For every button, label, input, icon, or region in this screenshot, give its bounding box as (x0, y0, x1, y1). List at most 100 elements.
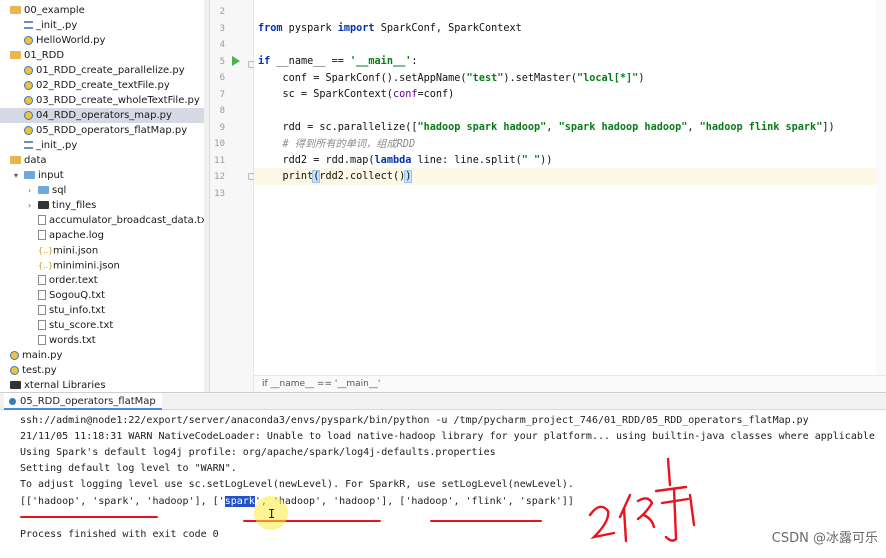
tree-item-label: 03_RDD_create_wholeTextFile.py (36, 95, 200, 106)
tree-item-label: order.text (49, 275, 98, 286)
tree-item-label: sql (52, 185, 67, 196)
python-file-icon (10, 350, 19, 360)
line-number: 10 (214, 139, 225, 149)
tree-item[interactable]: xternal Libraries (0, 378, 106, 392)
tree-item-label: 01_RDD_create_parallelize.py (36, 65, 185, 76)
tree-item[interactable]: apache.log (0, 228, 104, 243)
console-profile-line: Using Spark's default log4j profile: org… (20, 447, 496, 458)
line-number: 7 (219, 89, 225, 100)
handwritten-annotation (588, 457, 696, 543)
tree-item-label: stu_score.txt (49, 320, 114, 331)
tree-item[interactable]: stu_info.txt (0, 303, 105, 318)
console-adjust-line: To adjust logging level use sc.setLogLev… (20, 479, 574, 490)
editor-scrollbar[interactable] (876, 0, 886, 375)
tree-item[interactable]: 03_RDD_create_wholeTextFile.py (0, 93, 200, 108)
line-number: 3 (219, 23, 225, 34)
init-file-icon (24, 141, 33, 149)
tree-item[interactable]: ▾ input (0, 168, 64, 183)
tree-item-label: test.py (22, 365, 57, 376)
tree-item[interactable]: 02_RDD_create_textFile.py (0, 78, 170, 93)
folder-icon (24, 171, 35, 179)
code-line-10-comment: # 得到所有的单词，组成RDD (258, 139, 416, 150)
tree-item-label: _init_.py (36, 140, 78, 151)
line-number: 5 (219, 56, 225, 67)
tree-item-label: 00_example (24, 5, 85, 16)
code-line-11: rdd2 = rdd.map(lambda line: line.split("… (258, 155, 553, 166)
tree-item-label: 05_RDD_operators_flatMap.py (36, 125, 188, 136)
text-file-icon (38, 290, 46, 300)
tree-item-label: 02_RDD_create_textFile.py (36, 80, 170, 91)
python-file-icon (24, 125, 33, 135)
folder-icon (38, 186, 49, 194)
text-file-icon (38, 275, 46, 285)
tree-item[interactable]: _init_.py (0, 138, 77, 153)
python-file-icon (24, 65, 33, 75)
folder-icon (10, 156, 21, 164)
console-result-line[interactable]: [['hadoop', 'spark', 'hadoop'], ['spark'… (20, 494, 574, 510)
text-file-icon (38, 215, 46, 225)
tree-item[interactable]: 01_RDD (0, 48, 64, 63)
breadcrumb[interactable]: if __name__ == '__main__' (254, 375, 886, 392)
folder-icon (10, 6, 21, 14)
annotation-underline (430, 520, 542, 522)
code-line-5: if __name__ == '__main__': (258, 56, 418, 67)
tree-item[interactable]: data (0, 153, 47, 168)
code-line-7: sc = SparkContext(conf=conf) (258, 89, 455, 100)
tree-item-label: xternal Libraries (24, 380, 106, 391)
tree-item[interactable]: SogouQ.txt (0, 288, 105, 303)
watermark: CSDN @冰露可乐 (771, 531, 878, 546)
line-number: 4 (219, 40, 225, 50)
tree-item[interactable]: accumulator_broadcast_data.txt (0, 213, 204, 228)
tree-item[interactable]: 05_RDD_operators_flatMap.py (0, 123, 187, 138)
tree-item-label: accumulator_broadcast_data.txt (49, 215, 204, 226)
chevron-icon[interactable]: › (28, 183, 36, 198)
console-command-line: ssh://admin@node1:22/export/server/anaco… (20, 415, 809, 426)
tree-item[interactable]: HelloWorld.py (0, 33, 105, 48)
tree-item-label: apache.log (49, 230, 105, 241)
python-run-icon (9, 398, 16, 405)
line-number: 13 (214, 188, 225, 199)
tree-item[interactable]: words.txt (0, 333, 96, 348)
text-cursor-icon: I (268, 507, 276, 521)
run-gutter-icon[interactable] (232, 56, 240, 66)
tree-item[interactable]: main.py (0, 348, 62, 363)
tree-item[interactable]: 01_RDD_create_parallelize.py (0, 63, 185, 78)
tree-item-label: main.py (22, 350, 63, 361)
tree-item[interactable]: › sql (0, 183, 66, 198)
tree-item-label: minimini.json (53, 260, 120, 272)
json-file-icon: {..} (38, 246, 54, 255)
run-tab[interactable]: 05_RDD_operators_flatMap (4, 393, 162, 410)
tree-item[interactable]: 04_RDD_operators_map.py (0, 108, 204, 123)
tree-item-label: SogouQ.txt (49, 290, 106, 301)
line-number: 11 (214, 155, 225, 166)
code-line-9: rdd = sc.parallelize(["hadoop spark hado… (258, 122, 835, 133)
tree-item[interactable]: test.py (0, 363, 57, 378)
tree-item-label: HelloWorld.py (36, 35, 106, 46)
python-file-icon (10, 365, 19, 375)
chevron-icon[interactable]: › (28, 198, 36, 213)
tree-item-label: _init_.py (36, 20, 78, 31)
tree-item[interactable]: order.text (0, 273, 98, 288)
tree-item[interactable]: › tiny_files (0, 198, 96, 213)
tree-item[interactable]: _init_.py (0, 18, 77, 33)
run-tool-bar: 05_RDD_operators_flatMap (0, 392, 886, 410)
text-file-icon (38, 335, 46, 345)
folder-icon (38, 201, 49, 209)
tree-item[interactable]: stu_score.txt (0, 318, 113, 333)
tree-item-label: tiny_files (52, 200, 97, 211)
json-file-icon: {..} (38, 261, 54, 270)
tree-item-label: 01_RDD (24, 50, 65, 61)
console-loglevel-line: Setting default log level to "WARN". (20, 463, 237, 474)
python-file-icon (24, 110, 33, 120)
code-line-12: print(rdd2.collect()) (258, 170, 413, 183)
chevron-icon[interactable]: ▾ (14, 168, 22, 183)
tree-item[interactable]: 00_example (0, 3, 85, 18)
annotation-underline (20, 516, 158, 518)
tree-item[interactable]: {..}minimini.json (0, 258, 120, 273)
tree-item[interactable]: {..}mini.json (0, 243, 98, 258)
code-line-6: conf = SparkConf().setAppName("test").se… (258, 73, 645, 84)
line-number: 8 (219, 106, 225, 116)
tree-item-label: data (24, 155, 47, 166)
library-icon (10, 381, 21, 389)
folder-icon (10, 51, 21, 59)
